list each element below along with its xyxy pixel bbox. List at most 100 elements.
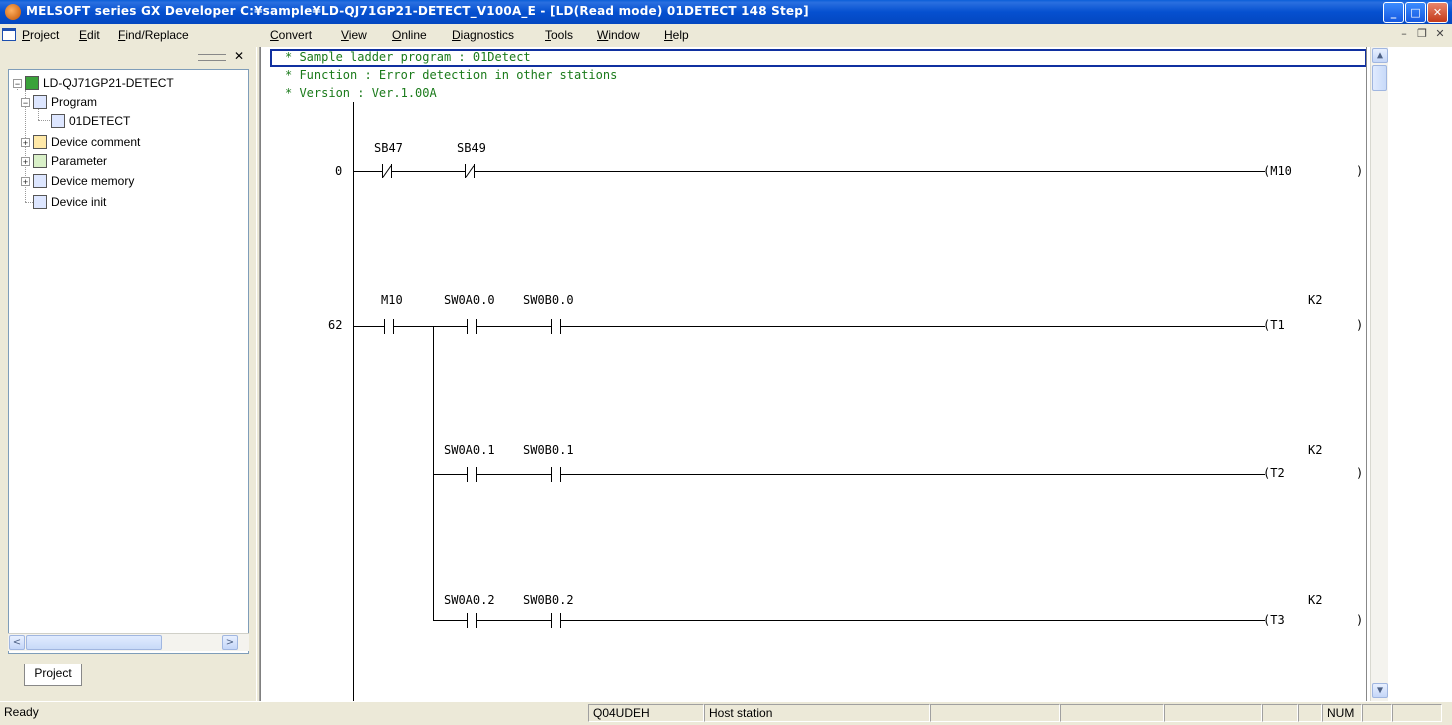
coil-m10[interactable]: (M10 [1263,164,1292,178]
status-station: Host station [704,704,930,722]
tree-item-01detect[interactable]: 01DETECT [9,112,248,130]
menu-edit[interactable]: Edit [79,28,100,42]
menu-bar: Project Edit Find/Replace Convert View O… [0,24,1452,48]
timer-constant: K2 [1308,443,1323,457]
ladder-editor[interactable]: * Sample ladder program : 01Detect * Fun… [260,47,1452,701]
expand-toggle[interactable]: + [21,138,30,148]
contact-label: SW0A0.1 [444,443,495,457]
tree-item-program[interactable]: − Program [9,93,248,111]
scroll-down-button[interactable]: ▼ [1372,683,1388,698]
window-title: MELSOFT series GX Developer C:¥sample¥LD… [26,4,809,18]
coil-end: ) [1356,164,1364,178]
coil-label: T1 [1270,318,1285,332]
expand-toggle[interactable]: + [21,177,30,187]
document-icon[interactable] [2,28,16,41]
menu-convert[interactable]: Convert [270,28,312,42]
scroll-left-button[interactable]: < [9,635,25,650]
menu-project[interactable]: Project [22,28,59,42]
menu-tools[interactable]: Tools [545,28,573,42]
no-contact-sw0a0-2[interactable] [467,613,468,628]
status-cell [1262,704,1298,722]
pane-close-button[interactable]: ✕ [232,49,246,63]
app-icon[interactable] [5,4,21,20]
scroll-right-button[interactable]: > [222,635,238,650]
no-contact-m10[interactable] [384,319,385,334]
menu-diagnostics[interactable]: Diagnostics [452,28,514,42]
rung-wire [477,474,551,475]
tab-project[interactable]: Project [24,664,82,686]
left-power-rail [353,102,354,701]
status-cell [1362,704,1392,722]
tree-item-root[interactable]: − LD-QJ71GP21-DETECT [9,74,248,92]
status-cell [1060,704,1164,722]
pane-header[interactable]: ✕ [0,47,256,67]
no-contact-sw0a0-0[interactable] [467,319,468,334]
project-pane: ✕ − LD-QJ71GP21-DETECT − Program 01DETEC… [0,47,258,701]
project-tree[interactable]: − LD-QJ71GP21-DETECT − Program 01DETECT … [8,69,249,654]
mdi-restore-button[interactable]: ❐ [1415,27,1429,41]
tree-label-parameter: Parameter [51,154,108,168]
coil-t2[interactable]: (T2 [1263,466,1285,480]
no-contact-sw0a0-1[interactable] [467,467,468,482]
contact-label: SW0A0.2 [444,593,495,607]
collapse-toggle[interactable]: − [13,79,22,89]
coil-end: ) [1356,613,1364,627]
editor-vertical-scrollbar[interactable]: ▲ ▼ [1370,47,1388,701]
coil-t3[interactable]: (T3 [1263,613,1285,627]
program-file-icon [51,114,65,128]
timer-constant: K2 [1308,293,1323,307]
expand-toggle[interactable]: + [21,157,30,167]
minimize-button[interactable]: _ [1383,2,1404,23]
title-bar[interactable]: MELSOFT series GX Developer C:¥sample¥LD… [0,0,1452,24]
rung-wire [477,620,551,621]
tree-item-device-comment[interactable]: + Device comment [9,133,248,151]
rung-wire [394,326,467,327]
coil-label: T3 [1270,613,1285,627]
no-contact-sw0b0-0[interactable] [551,319,552,334]
coil-t1[interactable]: (T1 [1263,318,1285,332]
contact-label: SW0B0.2 [523,593,574,607]
step-number: 62 [328,318,343,332]
status-cell [930,704,1060,722]
scrollbar-thumb[interactable] [1372,65,1387,91]
rung-wire [561,326,1265,327]
comment-line: * Version : Ver.1.00A [285,86,437,100]
scrollbar-thumb[interactable] [26,635,162,650]
contact-label: SB47 [374,141,403,155]
coil-label: M10 [1270,164,1292,178]
rung-wire [477,326,551,327]
pane-grip[interactable] [198,54,226,61]
step-number: 0 [335,164,343,178]
menu-online[interactable]: Online [392,28,427,42]
mdi-minimize-button[interactable]: – [1397,27,1411,41]
tree-horizontal-scrollbar[interactable]: < > [8,633,249,651]
no-contact-sw0b0-1[interactable] [551,467,552,482]
menu-window[interactable]: Window [597,28,640,42]
tree-label-device-memory: Device memory [51,174,135,188]
status-cell [1392,704,1442,722]
maximize-button[interactable]: □ [1405,2,1426,23]
close-button[interactable]: ✕ [1427,2,1448,23]
parameter-icon [33,154,47,168]
scroll-up-button[interactable]: ▲ [1372,48,1388,63]
no-contact-sw0b0-2[interactable] [551,613,552,628]
menu-find-replace[interactable]: Find/Replace [118,28,189,42]
contact-label: SW0A0.0 [444,293,495,307]
tree-item-device-memory[interactable]: + Device memory [9,172,248,190]
rung-wire [433,474,467,475]
mdi-close-button[interactable]: ✕ [1433,27,1447,41]
contact-label: SB49 [457,141,486,155]
status-bar: Ready Q04UDEH Host station NUM [0,701,1452,725]
rung-wire [354,171,382,172]
rung-wire [433,620,467,621]
timer-constant: K2 [1308,593,1323,607]
tree-item-parameter[interactable]: + Parameter [9,152,248,170]
collapse-toggle[interactable]: − [21,98,30,108]
device-memory-icon [33,174,47,188]
tree-item-device-init[interactable]: Device init [9,193,248,211]
menu-view[interactable]: View [341,28,367,42]
status-cell [1298,704,1322,722]
tree-label-device-init: Device init [51,195,107,209]
menu-help[interactable]: Help [664,28,689,42]
rung-wire [561,474,1265,475]
